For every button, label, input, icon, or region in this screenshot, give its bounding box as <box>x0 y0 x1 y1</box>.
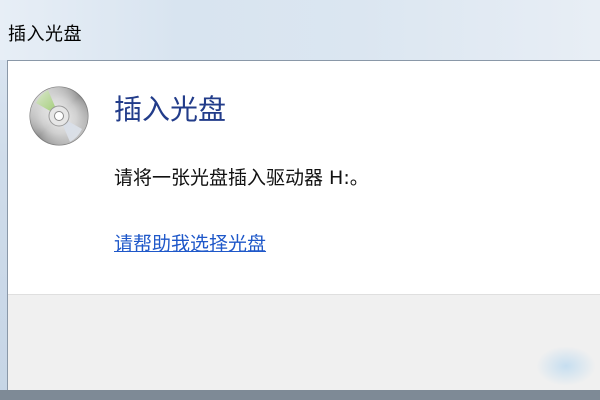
insert-disc-window: 插入光盘 插入光盘 请将一张光盘插入驱动器 H:。 请帮助我选择光盘 <box>0 0 600 400</box>
window-bottom-border <box>0 390 600 400</box>
corner-watermark <box>536 346 596 386</box>
help-choose-disc-link[interactable]: 请帮助我选择光盘 <box>114 229 266 256</box>
dialog-message: 请将一张光盘插入驱动器 H:。 <box>114 167 369 189</box>
cd-disc-icon <box>29 86 89 146</box>
dialog-content: 插入光盘 请将一张光盘插入驱动器 H:。 请帮助我选择光盘 <box>8 61 600 294</box>
dialog-footer <box>8 294 600 392</box>
dialog-frame: 插入光盘 请将一张光盘插入驱动器 H:。 请帮助我选择光盘 <box>7 60 600 392</box>
dialog-heading: 插入光盘 <box>114 93 227 126</box>
window-title: 插入光盘 <box>8 24 82 45</box>
title-bar[interactable]: 插入光盘 <box>0 0 600 60</box>
